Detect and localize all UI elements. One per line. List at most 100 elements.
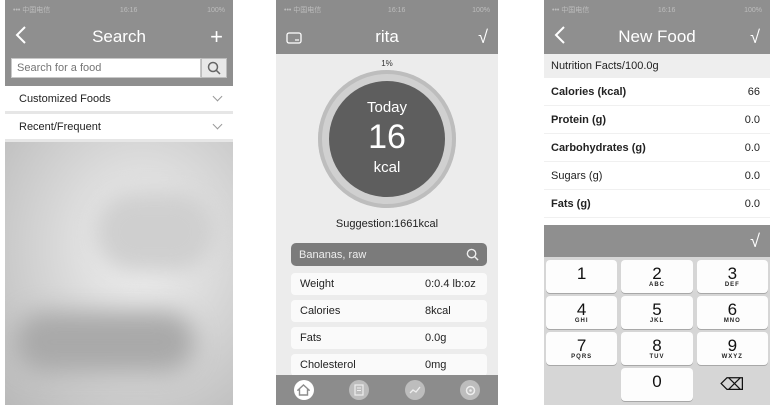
key-9[interactable]: 9 WXYZ xyxy=(696,332,768,365)
nutrition-facts-header: Nutrition Facts/100.0g xyxy=(544,54,770,78)
key-letters: WXYZ xyxy=(721,353,743,360)
food-search-bar[interactable]: Bananas, raw xyxy=(291,243,487,266)
fact-label: Carbohydrates (g) xyxy=(551,141,646,154)
nutrient-label: Cholesterol xyxy=(300,359,356,371)
key-digit: 3 xyxy=(727,263,738,283)
blurred-background-image xyxy=(5,142,233,405)
back-button[interactable] xyxy=(15,26,27,48)
fact-row-calories[interactable]: Calories (kcal) 66 xyxy=(544,78,770,106)
key-1[interactable]: 1 xyxy=(546,260,618,293)
time-label: 16:16 xyxy=(387,6,406,14)
key-3[interactable]: 3 DEF xyxy=(696,260,768,293)
calorie-circle: Today 16 kcal xyxy=(329,81,445,197)
nutrient-row-fats: Fats 0.0g xyxy=(291,327,487,349)
key-digit: 2 xyxy=(652,263,662,283)
suggestion-text: Suggestion:1661kcal xyxy=(335,218,439,230)
background-blur-shape xyxy=(15,312,195,372)
home-icon xyxy=(297,384,311,396)
progress-percent: 1% xyxy=(381,59,393,68)
fact-row-fats[interactable]: Fats (g) 0.0 xyxy=(544,190,770,218)
chevron-left-icon xyxy=(554,26,565,44)
nutrient-value: 0mg xyxy=(425,359,447,371)
key-digit: 9 xyxy=(727,335,738,355)
delete-key[interactable]: ⌫ xyxy=(697,368,768,401)
search-button[interactable] xyxy=(201,58,227,78)
chevron-down-icon xyxy=(212,91,223,102)
fact-label: Protein (g) xyxy=(551,113,606,126)
row-label: Customized Foods xyxy=(19,92,111,105)
tab-settings[interactable] xyxy=(460,380,481,400)
back-button[interactable] xyxy=(554,26,566,48)
fact-value: 66 xyxy=(747,85,760,98)
fact-row-protein[interactable]: Protein (g) 0.0 xyxy=(544,106,770,134)
nutrient-value: 8kcal xyxy=(425,305,451,317)
fact-label: Calories (kcal) xyxy=(551,85,627,98)
key-letters: DEF xyxy=(724,281,740,288)
dashboard-screen: ••• 中国电信 16:16 100% rita √ 1% Today 16 k… xyxy=(276,0,498,405)
keyboard-done-button[interactable]: √ xyxy=(750,231,760,252)
tab-home[interactable] xyxy=(293,380,314,400)
key-2[interactable]: 2 ABC xyxy=(621,260,693,293)
profile-card-button[interactable] xyxy=(286,26,302,48)
page-title: New Food xyxy=(618,27,696,46)
key-digit: 0 xyxy=(652,371,662,391)
confirm-button[interactable]: √ xyxy=(478,28,488,46)
tab-chart[interactable] xyxy=(404,380,425,400)
key-letters: TUV xyxy=(649,353,665,360)
carrier-label: ••• 中国电信 xyxy=(552,7,590,14)
keypad-row: 7 PQRS 8 TUV 9 WXYZ xyxy=(546,332,768,365)
nutrient-row-cholesterol: Cholesterol 0mg xyxy=(291,354,487,376)
nutrient-value: 0.0g xyxy=(425,332,447,344)
fact-value: 0.0 xyxy=(744,197,760,210)
time-label: 16:16 xyxy=(657,6,676,14)
calorie-value: 16 xyxy=(368,118,406,156)
key-letters: ABC xyxy=(648,281,665,288)
search-input[interactable] xyxy=(11,58,201,78)
top-bar: ••• 中国电信 16:16 100% New Food √ xyxy=(544,0,770,54)
chart-icon xyxy=(409,386,421,394)
key-0[interactable]: 0 xyxy=(621,368,693,401)
nutrient-value: 0:0.4 lb:oz xyxy=(425,278,476,290)
chevron-down-icon xyxy=(212,119,223,130)
keyboard-toolbar: √ xyxy=(544,225,770,257)
key-letters: GHI xyxy=(574,317,589,324)
key-4[interactable]: 4 GHI xyxy=(546,296,618,329)
recent-frequent-row[interactable]: Recent/Frequent xyxy=(5,114,233,139)
carrier-label: ••• 中国电信 xyxy=(284,7,322,14)
chevron-left-icon xyxy=(15,26,26,44)
fact-row-carbohydrates[interactable]: Carbohydrates (g) 0.0 xyxy=(544,134,770,162)
key-8[interactable]: 8 TUV xyxy=(621,332,693,365)
backspace-icon: ⌫ xyxy=(720,375,745,394)
new-food-screen: ••• 中国电信 16:16 100% New Food √ Nutrition… xyxy=(544,0,770,405)
nav-bar: rita √ xyxy=(276,20,498,54)
fact-row-sugars[interactable]: Sugars (g) 0.0 xyxy=(544,162,770,190)
key-6[interactable]: 6 MNO xyxy=(696,296,768,329)
tab-list[interactable] xyxy=(349,380,370,400)
fact-label: Sugars (g) xyxy=(551,169,603,182)
row-label: Recent/Frequent xyxy=(19,120,101,133)
key-5[interactable]: 5 JKL xyxy=(621,296,693,329)
nutrient-label: Weight xyxy=(300,278,335,290)
search-icon xyxy=(207,61,221,75)
nutrient-row-calories: Calories 8kcal xyxy=(291,300,487,322)
confirm-button[interactable]: √ xyxy=(750,28,760,46)
card-icon xyxy=(286,32,302,44)
battery-label: 100% xyxy=(472,6,490,14)
page-title: Search xyxy=(92,27,146,46)
fact-value: 0.0 xyxy=(744,141,760,154)
key-letters: MNO xyxy=(723,317,741,324)
fact-label: Fats (g) xyxy=(551,197,591,210)
nav-bar: Search + xyxy=(5,20,233,54)
time-label: 16:16 xyxy=(119,6,138,14)
key-digit: 8 xyxy=(652,335,662,355)
status-bar: ••• 中国电信 16:16 100% xyxy=(276,0,498,20)
add-button[interactable]: + xyxy=(210,26,223,48)
search-icon xyxy=(466,248,479,261)
status-bar: ••• 中国电信 16:16 100% xyxy=(5,0,233,20)
customized-foods-row[interactable]: Customized Foods xyxy=(5,86,233,111)
key-digit: 4 xyxy=(576,299,587,319)
key-7[interactable]: 7 PQRS xyxy=(546,332,618,365)
food-name: Bananas, raw xyxy=(299,248,367,261)
key-digit: 1 xyxy=(576,263,587,283)
page-title: rita xyxy=(375,27,399,46)
